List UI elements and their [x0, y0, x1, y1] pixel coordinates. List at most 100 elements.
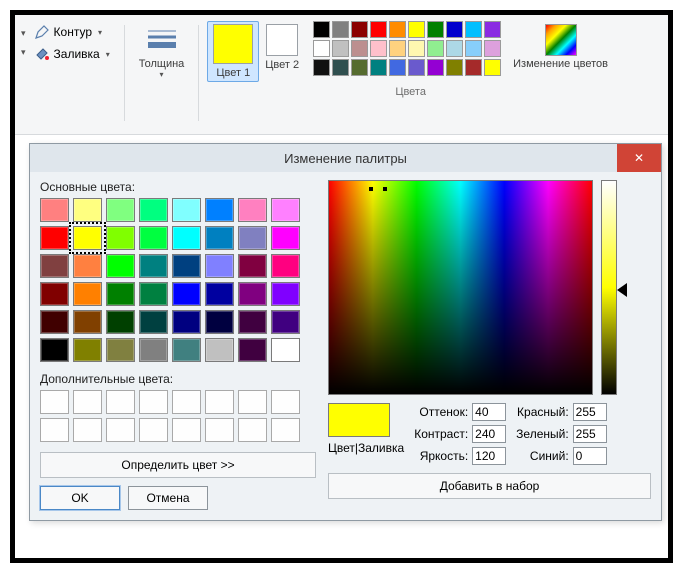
edit-colors-button[interactable]: Изменение цветов	[507, 21, 614, 73]
custom-swatch[interactable]	[271, 418, 300, 442]
custom-swatch[interactable]	[106, 390, 135, 414]
basic-swatch[interactable]	[40, 226, 69, 250]
palette-swatch[interactable]	[370, 40, 387, 57]
palette-swatch[interactable]	[313, 21, 330, 38]
lum-input[interactable]	[472, 447, 506, 465]
palette-swatch[interactable]	[389, 21, 406, 38]
outline-button[interactable]: Контур ▾	[32, 23, 112, 41]
picker-cursor[interactable]	[371, 177, 385, 191]
custom-swatch[interactable]	[139, 390, 168, 414]
custom-swatch[interactable]	[106, 418, 135, 442]
basic-swatch[interactable]	[73, 198, 102, 222]
basic-swatch[interactable]	[73, 338, 102, 362]
custom-swatch[interactable]	[139, 418, 168, 442]
close-button[interactable]: ✕	[617, 144, 661, 172]
color1-button[interactable]: Цвет 1	[207, 21, 259, 82]
basic-swatch[interactable]	[40, 282, 69, 306]
basic-swatch[interactable]	[139, 310, 168, 334]
custom-swatch[interactable]	[238, 390, 267, 414]
basic-swatch[interactable]	[205, 226, 234, 250]
palette-swatch[interactable]	[408, 59, 425, 76]
basic-swatch[interactable]	[172, 310, 201, 334]
basic-swatch[interactable]	[106, 198, 135, 222]
basic-swatch[interactable]	[106, 282, 135, 306]
basic-swatch[interactable]	[205, 198, 234, 222]
basic-swatch[interactable]	[139, 254, 168, 278]
basic-swatch[interactable]	[238, 198, 267, 222]
custom-swatch[interactable]	[73, 418, 102, 442]
palette-swatch[interactable]	[484, 59, 501, 76]
basic-swatch[interactable]	[271, 310, 300, 334]
define-color-button[interactable]: Определить цвет >>	[40, 452, 316, 478]
cancel-button[interactable]: Отмена	[128, 486, 208, 510]
ok-button[interactable]: OK	[40, 486, 120, 510]
basic-swatch[interactable]	[205, 254, 234, 278]
basic-swatch[interactable]	[238, 310, 267, 334]
palette-swatch[interactable]	[370, 59, 387, 76]
palette-swatch[interactable]	[446, 59, 463, 76]
basic-swatch[interactable]	[73, 310, 102, 334]
basic-swatch[interactable]	[238, 282, 267, 306]
fill-button[interactable]: Заливка ▾	[32, 45, 112, 63]
basic-swatch[interactable]	[238, 226, 267, 250]
palette-swatch[interactable]	[465, 59, 482, 76]
basic-swatch[interactable]	[172, 282, 201, 306]
basic-swatch[interactable]	[106, 310, 135, 334]
custom-swatch[interactable]	[73, 390, 102, 414]
palette-swatch[interactable]	[408, 40, 425, 57]
color2-button[interactable]: Цвет 2	[259, 21, 305, 74]
basic-swatch[interactable]	[139, 198, 168, 222]
custom-swatch[interactable]	[172, 390, 201, 414]
palette-swatch[interactable]	[332, 21, 349, 38]
basic-swatch[interactable]	[139, 338, 168, 362]
basic-swatch[interactable]	[73, 254, 102, 278]
basic-swatch[interactable]	[205, 310, 234, 334]
palette-swatch[interactable]	[427, 40, 444, 57]
palette-swatch[interactable]	[389, 59, 406, 76]
luminance-arrow[interactable]	[617, 283, 627, 297]
thickness-button[interactable]: Толщина ▾	[133, 21, 191, 82]
basic-swatch[interactable]	[73, 226, 102, 250]
luminance-slider[interactable]	[601, 180, 617, 395]
basic-swatch[interactable]	[172, 198, 201, 222]
dropdown-splitter-icon[interactable]: ▾	[21, 47, 26, 58]
basic-swatch[interactable]	[271, 338, 300, 362]
basic-swatch[interactable]	[40, 310, 69, 334]
hue-input[interactable]	[472, 403, 506, 421]
custom-swatch[interactable]	[205, 418, 234, 442]
basic-swatch[interactable]	[271, 282, 300, 306]
palette-swatch[interactable]	[389, 40, 406, 57]
palette-swatch[interactable]	[370, 21, 387, 38]
palette-swatch[interactable]	[332, 40, 349, 57]
palette-swatch[interactable]	[446, 21, 463, 38]
palette-swatch[interactable]	[484, 40, 501, 57]
basic-swatch[interactable]	[238, 338, 267, 362]
palette-swatch[interactable]	[427, 21, 444, 38]
basic-swatch[interactable]	[139, 282, 168, 306]
basic-swatch[interactable]	[172, 338, 201, 362]
basic-swatch[interactable]	[106, 254, 135, 278]
basic-swatch[interactable]	[205, 338, 234, 362]
sat-input[interactable]	[472, 425, 506, 443]
custom-swatch[interactable]	[40, 390, 69, 414]
basic-swatch[interactable]	[271, 226, 300, 250]
palette-swatch[interactable]	[465, 21, 482, 38]
custom-swatch[interactable]	[238, 418, 267, 442]
palette-swatch[interactable]	[313, 40, 330, 57]
basic-swatch[interactable]	[172, 226, 201, 250]
basic-swatch[interactable]	[73, 282, 102, 306]
palette-swatch[interactable]	[351, 59, 368, 76]
basic-swatch[interactable]	[271, 254, 300, 278]
red-input[interactable]	[573, 403, 607, 421]
custom-swatch[interactable]	[205, 390, 234, 414]
basic-swatch[interactable]	[205, 282, 234, 306]
blue-input[interactable]	[573, 447, 607, 465]
add-to-custom-button[interactable]: Добавить в набор	[328, 473, 651, 499]
basic-swatch[interactable]	[40, 254, 69, 278]
hue-sat-picker[interactable]	[328, 180, 593, 395]
palette-swatch[interactable]	[446, 40, 463, 57]
basic-swatch[interactable]	[172, 254, 201, 278]
custom-swatch[interactable]	[271, 390, 300, 414]
basic-swatch[interactable]	[106, 226, 135, 250]
basic-swatch[interactable]	[271, 198, 300, 222]
